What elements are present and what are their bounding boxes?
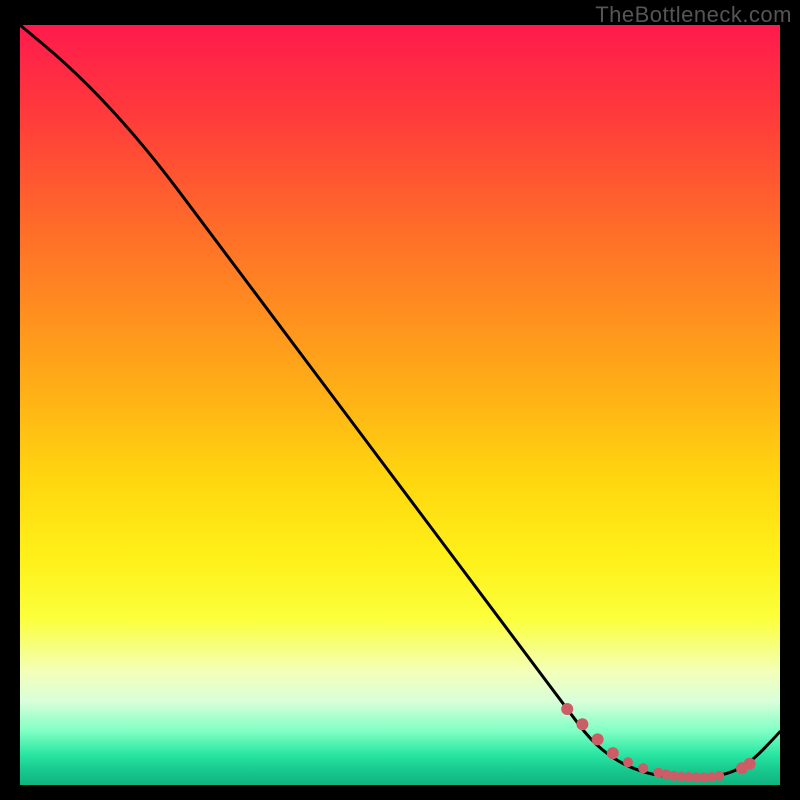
bottleneck-curve	[20, 25, 780, 777]
watermark-text: TheBottleneck.com	[595, 2, 792, 28]
highlight-dot	[714, 771, 724, 781]
highlight-dot	[638, 763, 648, 773]
highlight-dot	[576, 718, 588, 730]
plot-area	[20, 25, 780, 785]
highlight-dot	[592, 733, 604, 745]
highlight-dot	[607, 747, 619, 759]
chart-frame: TheBottleneck.com	[0, 0, 800, 800]
highlight-dot	[744, 758, 756, 770]
curve-layer	[20, 25, 780, 777]
highlight-dot	[623, 757, 633, 767]
highlight-dots	[561, 703, 755, 782]
chart-svg	[20, 25, 780, 785]
highlight-dot	[561, 703, 573, 715]
